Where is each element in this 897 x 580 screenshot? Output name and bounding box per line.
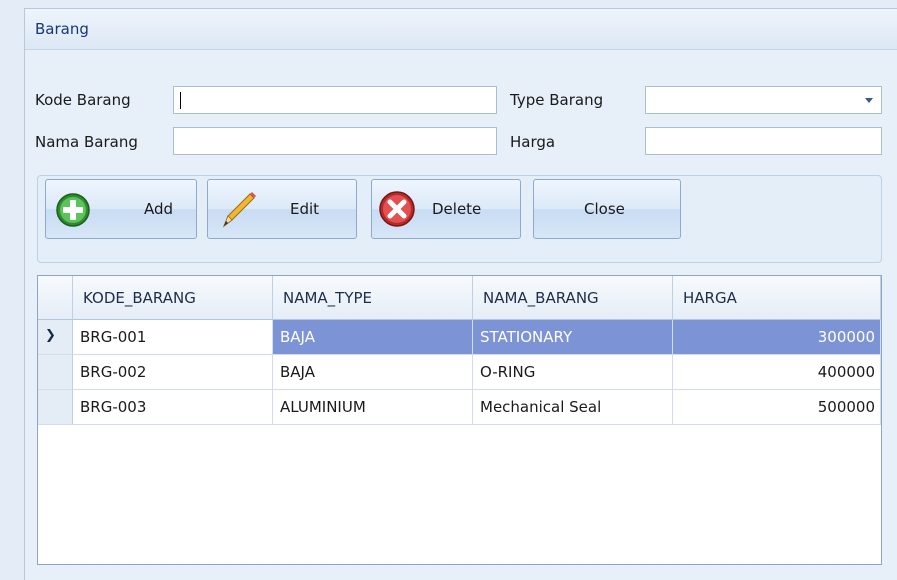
row-indicator[interactable] xyxy=(38,355,73,390)
table-cell[interactable]: STATIONARY xyxy=(473,320,673,355)
column-header-nama-barang[interactable]: NAMA_BARANG xyxy=(473,276,673,320)
window-title: Barang xyxy=(35,20,89,38)
column-header-kode-barang[interactable]: KODE_BARANG xyxy=(73,276,273,320)
nama-barang-label: Nama Barang xyxy=(35,133,138,151)
delete-button[interactable]: Delete xyxy=(371,179,521,239)
nama-barang-input[interactable] xyxy=(173,127,497,155)
table-cell[interactable]: BRG-001 xyxy=(73,320,273,355)
delete-icon xyxy=(379,191,415,227)
row-indicator[interactable] xyxy=(38,390,73,425)
table-cell[interactable]: 500000 xyxy=(673,390,881,425)
table-cell[interactable]: BRG-003 xyxy=(73,390,273,425)
table-cell[interactable]: BRG-002 xyxy=(73,355,273,390)
title-bar: Barang xyxy=(25,9,897,50)
kode-barang-input[interactable] xyxy=(173,86,497,114)
column-header-harga[interactable]: HARGA xyxy=(673,276,881,320)
close-button-label: Close xyxy=(584,200,625,218)
pencil-icon xyxy=(222,192,256,228)
table-cell[interactable]: ALUMINIUM xyxy=(273,390,473,425)
type-barang-label: Type Barang xyxy=(510,91,604,109)
table-cell[interactable]: BAJA xyxy=(273,355,473,390)
table-cell[interactable]: O-RING xyxy=(473,355,673,390)
grid-corner-header xyxy=(38,276,73,320)
add-icon xyxy=(56,193,90,227)
row-indicator[interactable]: ❯ xyxy=(38,320,73,355)
kode-barang-label: Kode Barang xyxy=(35,91,131,109)
harga-label: Harga xyxy=(510,133,556,151)
delete-button-label: Delete xyxy=(432,200,482,218)
barang-grid[interactable]: KODE_BARANG NAMA_TYPE NAMA_BARANG HARGA … xyxy=(37,275,882,565)
edit-button-label: Edit xyxy=(290,200,320,218)
harga-input[interactable] xyxy=(645,127,882,155)
table-cell[interactable]: BAJA xyxy=(273,320,473,355)
table-cell[interactable]: Mechanical Seal xyxy=(473,390,673,425)
add-button[interactable]: Add xyxy=(45,179,197,239)
text-caret xyxy=(180,92,181,109)
close-button[interactable]: Close xyxy=(533,179,681,239)
dropdown-arrow-icon[interactable] xyxy=(865,98,873,103)
barang-window: Barang Kode Barang Type Barang Nama Bara… xyxy=(24,8,897,580)
current-row-arrow-icon: ❯ xyxy=(45,328,56,343)
edit-button[interactable]: Edit xyxy=(207,179,357,239)
add-button-label: Add xyxy=(144,200,174,218)
type-barang-combo[interactable] xyxy=(645,86,882,114)
column-header-nama-type[interactable]: NAMA_TYPE xyxy=(273,276,473,320)
table-cell[interactable]: 400000 xyxy=(673,355,881,390)
table-cell[interactable]: 300000 xyxy=(673,320,881,355)
